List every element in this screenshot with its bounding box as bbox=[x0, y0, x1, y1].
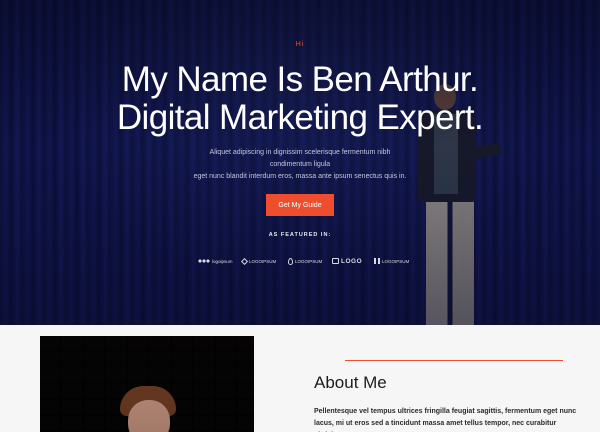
drop-logo-icon bbox=[288, 257, 293, 265]
bars-logo-icon bbox=[374, 258, 380, 264]
hero-headline-line2: Digital Marketing Expert. bbox=[116, 98, 484, 137]
featured-logo-3[interactable]: LOGOIPSUM bbox=[288, 253, 322, 269]
hero-section: Hi My Name Is Ben Arthur. Digital Market… bbox=[0, 0, 600, 325]
about-paragraph: Pellentesque vel tempus ultrices fringil… bbox=[314, 408, 577, 427]
bracket-logo-icon bbox=[332, 258, 339, 264]
dots-logo-icon bbox=[198, 259, 210, 263]
featured-logo-5[interactable]: LOGOIPSUM bbox=[374, 253, 409, 269]
featured-logo-text: LOGO bbox=[341, 257, 363, 265]
get-my-guide-button[interactable]: Get My Guide bbox=[266, 194, 334, 216]
featured-logo-text: logoipsum bbox=[212, 258, 233, 264]
hero-subtext-line1: Aliquet adipiscing in dignissim sceleris… bbox=[209, 149, 391, 156]
hero-subtext-line2: condimentum ligula bbox=[269, 161, 331, 168]
featured-logo-text: LOGOIPSUM bbox=[295, 258, 323, 264]
hero-headline-line1: My Name Is Ben Arthur. bbox=[121, 60, 479, 99]
about-title: About Me bbox=[314, 373, 387, 392]
diamond-logo-icon bbox=[240, 257, 249, 265]
about-section: About Me Pellentesque vel tempus ultrice… bbox=[0, 325, 600, 432]
featured-in-label: AS FEATURED IN: bbox=[268, 232, 332, 238]
featured-logo-2[interactable]: LOGOIPSUM bbox=[240, 253, 277, 269]
hero-subtext-line3: eget nunc blandit interdum eros, massa a… bbox=[193, 173, 407, 180]
hero-greeting: Hi bbox=[295, 41, 305, 48]
featured-logo-text: LOGOIPSUM bbox=[382, 258, 410, 264]
featured-logo-1[interactable]: logoipsum bbox=[198, 253, 233, 269]
about-photo bbox=[40, 336, 254, 432]
about-divider bbox=[345, 360, 563, 361]
featured-logos: logoipsum LOGOIPSUM LOGOIPSUM LOGO LOGOI… bbox=[198, 253, 409, 269]
featured-logo-text: LOGOIPSUM bbox=[249, 258, 277, 264]
featured-logo-4[interactable]: LOGO bbox=[332, 253, 362, 269]
